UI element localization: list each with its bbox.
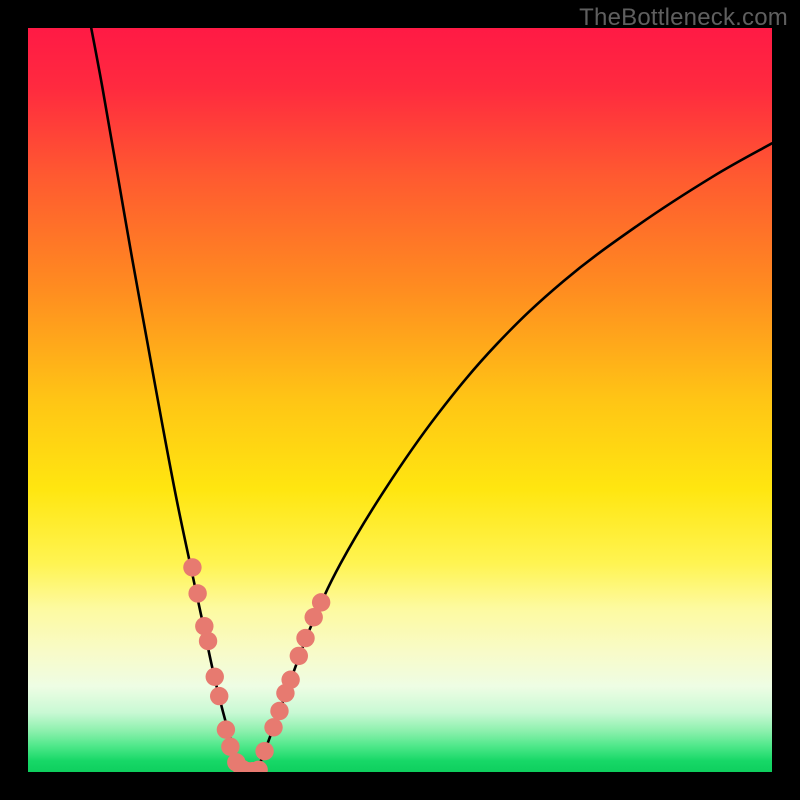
data-point xyxy=(217,720,235,738)
data-point xyxy=(188,584,206,602)
data-point xyxy=(199,632,217,650)
data-point xyxy=(296,629,314,647)
chart-svg xyxy=(28,28,772,772)
data-point xyxy=(264,718,282,736)
data-point xyxy=(255,742,273,760)
plot-area xyxy=(28,28,772,772)
data-point xyxy=(290,647,308,665)
watermark: TheBottleneck.com xyxy=(579,4,788,32)
data-point xyxy=(281,671,299,689)
data-point xyxy=(210,687,228,705)
left-branch-dots xyxy=(183,558,268,772)
chart-frame: TheBottleneck.com xyxy=(0,0,800,800)
data-point xyxy=(270,702,288,720)
data-point xyxy=(312,593,330,611)
data-point xyxy=(183,558,201,576)
right-branch-dots xyxy=(255,593,330,760)
data-point xyxy=(206,668,224,686)
bottleneck-curve xyxy=(91,28,772,772)
